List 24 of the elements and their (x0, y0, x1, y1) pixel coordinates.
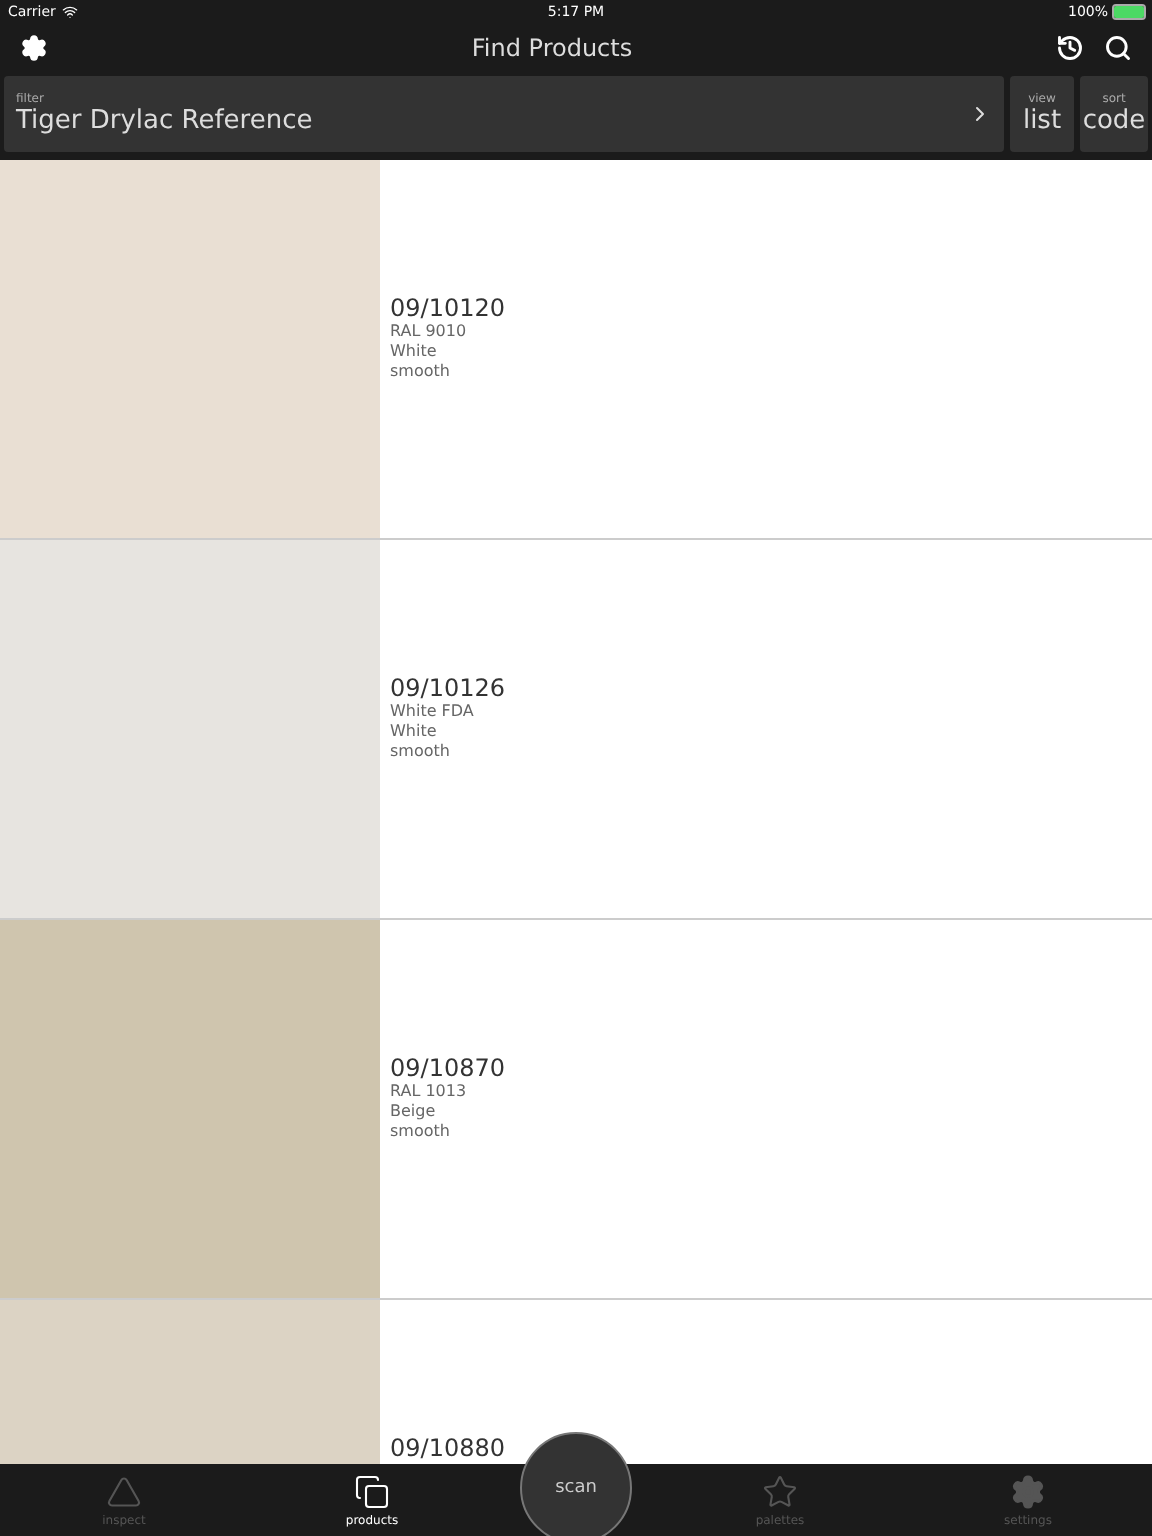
triangle-icon (106, 1473, 142, 1509)
product-row[interactable]: 09/10870 RAL 1013 Beige smooth (0, 920, 1152, 1300)
product-detail: White FDA (390, 702, 476, 722)
history-icon[interactable] (1056, 34, 1084, 62)
wifi-icon (61, 4, 78, 20)
product-row[interactable]: 09/10126 White FDA White smooth (0, 540, 1152, 920)
product-detail: RAL 9010 (390, 322, 469, 342)
product-detail: smooth (390, 742, 452, 762)
star-icon (762, 1473, 798, 1509)
product-detail: Beige (390, 1102, 438, 1122)
product-detail: smooth (390, 1122, 452, 1142)
product-code: 09/10870 (390, 1054, 507, 1082)
product-detail: White (390, 722, 439, 742)
product-code: 09/10120 (390, 294, 507, 322)
product-detail: RAL 1013 (390, 1082, 469, 1102)
page-title: Find Products (471, 34, 633, 62)
battery-icon (1114, 6, 1144, 18)
product-row[interactable]: 09/10120 RAL 9010 White smooth (0, 160, 1152, 540)
product-code: 09/10880 (390, 1434, 507, 1462)
product-detail: White (390, 342, 439, 362)
product-code: 09/10126 (390, 674, 507, 702)
squares-icon (354, 1473, 390, 1509)
search-icon[interactable] (1104, 34, 1132, 62)
product-detail: smooth (390, 362, 452, 382)
